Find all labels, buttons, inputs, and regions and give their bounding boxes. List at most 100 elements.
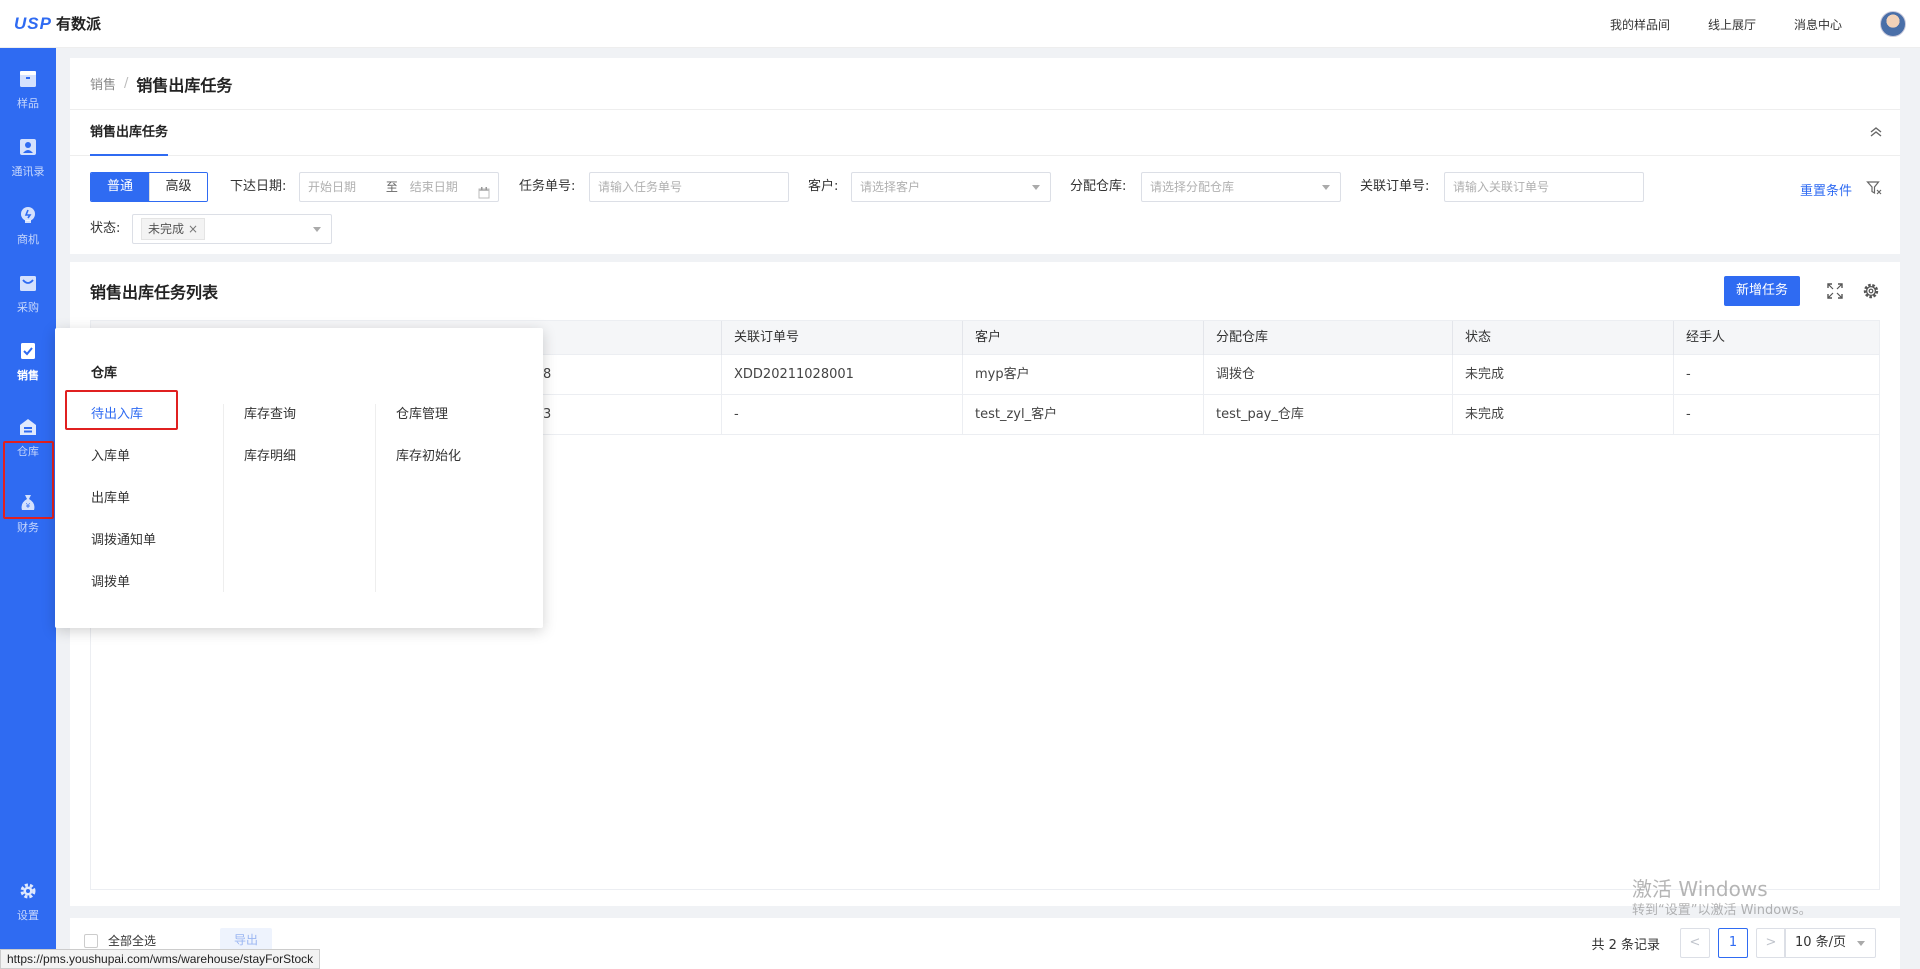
sidebar-item-label: 通讯录 [11, 165, 45, 178]
customer-label: 客户: [808, 179, 839, 194]
status-select[interactable]: 未完成 × [132, 214, 332, 244]
contacts-icon [18, 137, 38, 157]
breadcrumb-parent[interactable]: 销售 [90, 74, 116, 93]
date-range-to: 至 [385, 180, 398, 194]
flyout-title: 仓库 [91, 366, 118, 381]
flyout-divider [375, 404, 376, 592]
sidebar-item-label: 设置 [17, 909, 39, 922]
status-label: 状态: [90, 221, 121, 236]
menu-item-transfer-order[interactable]: 调拨单 [91, 571, 130, 590]
sidebar-item-contacts[interactable]: 通讯录 [0, 124, 56, 192]
column-header-order-no: 关联订单号 [721, 321, 961, 355]
menu-item-stock-initialization[interactable]: 库存初始化 [396, 445, 461, 464]
status-cell: 未完成 [1452, 355, 1504, 395]
mode-normal-button[interactable]: 普通 [91, 173, 149, 201]
select-all-checkbox[interactable] [84, 934, 98, 948]
page-prev-button[interactable]: < [1680, 928, 1710, 958]
page-next-button[interactable]: > [1756, 928, 1786, 958]
breadcrumb: 销售 / 销售出库任务 [70, 58, 1900, 110]
clipboard-check-icon [18, 341, 38, 361]
sidebar-item-purchase[interactable]: 采购 [0, 260, 56, 328]
top-link-online-showroom[interactable]: 线上展厅 [1708, 16, 1756, 33]
sidebar-item-label: 商机 [17, 233, 39, 246]
close-icon[interactable]: × [188, 222, 198, 236]
filter-clear-icon[interactable] [1866, 180, 1882, 196]
highlight-box-warehouse [3, 441, 54, 519]
sidebar-item-label: 样品 [17, 97, 39, 110]
date-start-placeholder: 开始日期 [308, 180, 357, 194]
total-records: 共 2 条记录 [1591, 938, 1660, 953]
sidebar-item-label: 销售 [17, 369, 39, 382]
order-no-input[interactable]: 请输入关联订单号 [1444, 172, 1644, 202]
page-size-select[interactable]: 10 条/页 [1784, 928, 1876, 958]
sidebar-item-sales[interactable]: 销售 [0, 328, 56, 396]
fullscreen-icon[interactable] [1826, 282, 1844, 300]
chevron-down-icon [1857, 941, 1865, 946]
date-label: 下达日期: [230, 179, 287, 194]
customer-select[interactable]: 请选择客户 [851, 172, 1051, 202]
menu-item-transfer-notice[interactable]: 调拨通知单 [91, 529, 156, 548]
mode-advanced-button[interactable]: 高级 [149, 173, 207, 201]
cart-icon [18, 273, 38, 293]
tab-bar: 销售出库任务 [70, 110, 1900, 156]
status-cell: 未完成 [1452, 395, 1504, 435]
list-title: 销售出库任务列表 [90, 283, 219, 302]
breadcrumb-separator: / [124, 76, 129, 91]
logo[interactable]: USP 有数派 [14, 13, 101, 34]
menu-item-inbound-order[interactable]: 入库单 [91, 445, 130, 464]
chevron-down-icon [313, 227, 321, 232]
order-no-cell: - [721, 395, 739, 435]
bulb-icon [18, 205, 38, 225]
date-end-placeholder: 结束日期 [409, 180, 458, 194]
menu-item-stock-query[interactable]: 库存查询 [244, 403, 296, 422]
sidebar-item-opportunities[interactable]: 商机 [0, 192, 56, 260]
handler-cell: - [1673, 355, 1691, 395]
calendar-icon [478, 181, 490, 199]
sidebar-item-settings[interactable]: 设置 [0, 868, 56, 936]
logo-text: 有数派 [55, 15, 101, 33]
page-number-1[interactable]: 1 [1718, 928, 1748, 958]
status-tag: 未完成 × [141, 218, 206, 240]
gear-icon[interactable] [1862, 282, 1880, 300]
warehouse-cell: 调拨仓 [1203, 355, 1255, 395]
customer-placeholder: 请选择客户 [860, 180, 921, 194]
handler-cell: - [1673, 395, 1691, 435]
search-mode-toggle: 普通 高级 [90, 172, 208, 202]
reset-filters-link[interactable]: 重置条件 [1800, 180, 1852, 199]
gear-icon [18, 881, 38, 901]
chevron-up-double-icon[interactable] [1868, 124, 1884, 140]
sidebar-item-label: 采购 [17, 301, 39, 314]
menu-item-outbound-order[interactable]: 出库单 [91, 487, 130, 506]
column-header-status: 状态 [1452, 321, 1672, 355]
top-link-sample-room[interactable]: 我的样品间 [1610, 16, 1670, 33]
logo-mark: USP [14, 13, 52, 33]
select-all-label: 全部全选 [108, 934, 157, 948]
sidebar-item-samples[interactable]: 样品 [0, 56, 56, 124]
task-no-input[interactable]: 请输入任务单号 [589, 172, 789, 202]
list-footer: 全部全选 导出 共 2 条记录 < 1 > 10 条/页 [70, 918, 1900, 969]
flyout-divider [223, 404, 224, 592]
chevron-down-icon [1322, 185, 1330, 190]
column-header-warehouse: 分配仓库 [1203, 321, 1451, 355]
warehouse-label: 分配仓库: [1070, 179, 1127, 194]
user-avatar[interactable] [1880, 11, 1906, 37]
page-size-value: 10 条/页 [1795, 935, 1847, 950]
top-links: 我的样品间 线上展厅 消息中心 [1610, 0, 1920, 48]
column-header-customer: 客户 [962, 321, 1202, 355]
order-no-cell[interactable]: XDD20211028001 [721, 355, 854, 395]
filter-panel: 普通 高级 下达日期: 开始日期 至 结束日期 任务单号: 请输入任务单号 客户… [70, 156, 1900, 262]
warehouse-select[interactable]: 请选择分配仓库 [1141, 172, 1341, 202]
warehouse-placeholder: 请选择分配仓库 [1150, 180, 1235, 194]
browser-status-url: https://pms.youshupai.com/wms/warehouse/… [0, 949, 321, 969]
menu-item-warehouse-management[interactable]: 仓库管理 [396, 403, 448, 422]
top-bar: USP 有数派 我的样品间 线上展厅 消息中心 [0, 0, 1920, 48]
tab-sales-outbound-task[interactable]: 销售出库任务 [90, 110, 169, 156]
add-task-button[interactable]: 新增任务 [1724, 276, 1800, 306]
top-link-message-center[interactable]: 消息中心 [1794, 16, 1842, 33]
sidebar-item-label: 财务 [17, 521, 39, 534]
warehouse-icon [18, 417, 38, 437]
date-range-picker[interactable]: 开始日期 至 结束日期 [299, 172, 499, 202]
highlight-box-pending-inout [65, 390, 178, 430]
chevron-down-icon [1032, 185, 1040, 190]
menu-item-stock-detail[interactable]: 库存明细 [244, 445, 296, 464]
